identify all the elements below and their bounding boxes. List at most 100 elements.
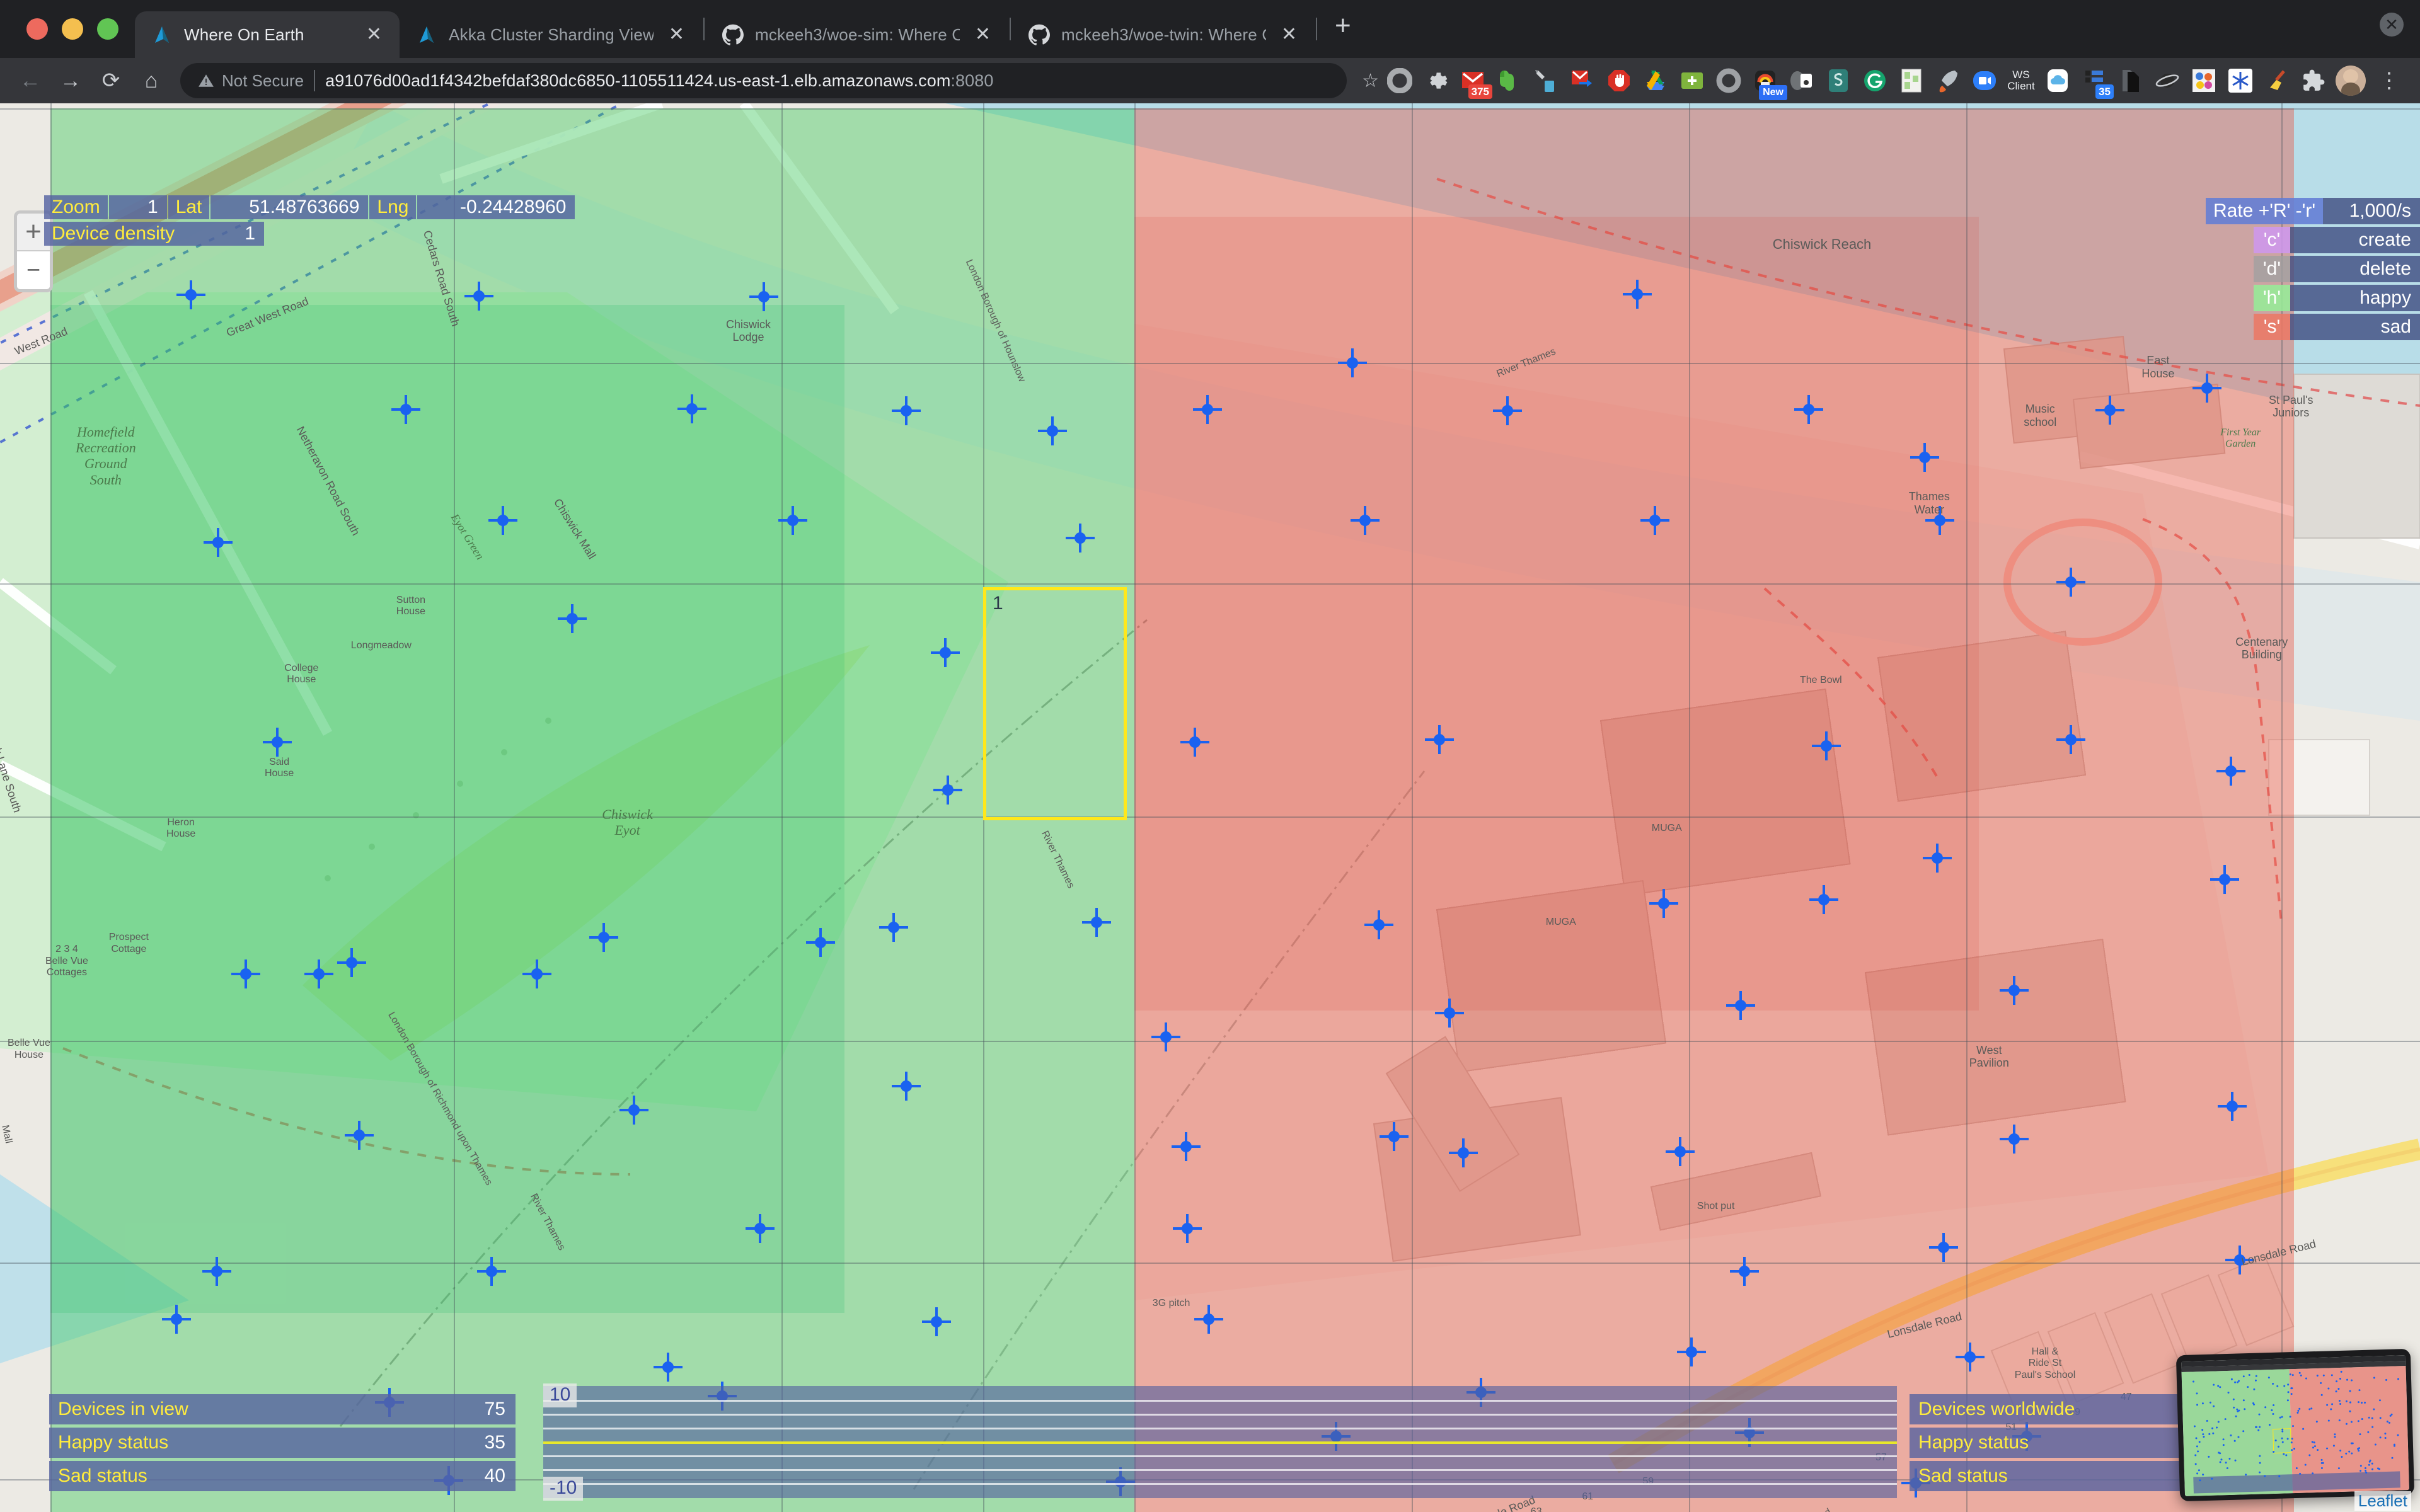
zoom-out-button[interactable]: − [17, 251, 50, 289]
device-marker[interactable] [231, 959, 260, 988]
evernote-elephant-icon[interactable] [1496, 67, 1523, 94]
key-row-delete[interactable]: 'd' delete [2206, 256, 2420, 282]
device-marker[interactable] [464, 282, 493, 311]
device-marker[interactable] [345, 1121, 374, 1150]
device-marker[interactable] [1809, 885, 1838, 914]
device-marker[interactable] [1812, 731, 1841, 760]
device-marker[interactable] [1364, 910, 1393, 939]
device-marker[interactable] [2056, 568, 2085, 597]
address-bar[interactable]: Not Secure a91076d00ad1f4342befdaf380dc6… [180, 63, 1347, 98]
device-marker[interactable] [202, 1257, 231, 1286]
device-marker[interactable] [176, 280, 205, 309]
device-marker[interactable] [1623, 280, 1652, 309]
device-marker[interactable] [2056, 725, 2085, 754]
circle-grey2-icon[interactable] [1715, 67, 1742, 94]
tab-close-icon[interactable]: ✕ [971, 25, 994, 44]
device-marker[interactable] [337, 948, 366, 977]
tab-close-icon[interactable]: ✕ [1277, 25, 1301, 44]
bookmark-star-icon[interactable]: ☆ [1362, 70, 1381, 92]
colorful-squares-icon[interactable] [2191, 67, 2217, 94]
device-marker[interactable] [1493, 396, 1522, 425]
device-marker[interactable] [1649, 889, 1678, 918]
back-button[interactable]: ← [13, 63, 48, 98]
security-status[interactable]: Not Secure [198, 71, 304, 91]
device-marker[interactable] [1730, 1257, 1759, 1286]
calendar-icon[interactable]: 35 [2081, 67, 2107, 94]
tab-close-icon[interactable]: ✕ [665, 25, 688, 44]
device-marker[interactable] [892, 396, 921, 425]
device-marker[interactable] [746, 1214, 775, 1243]
saturn-icon[interactable] [2154, 67, 2181, 94]
window-minimize-button[interactable] [62, 18, 83, 40]
broom-icon[interactable] [2264, 67, 2290, 94]
device-marker[interactable] [922, 1307, 951, 1336]
avatar[interactable] [2336, 66, 2366, 96]
green-plus-icon[interactable] [1679, 67, 1705, 94]
tab-woe-twin[interactable]: mckeeh3/woe-twin: Where On ✕ [1012, 11, 1315, 58]
device-marker[interactable] [1956, 1343, 1985, 1372]
new-tab-button[interactable]: + [1318, 12, 1368, 46]
device-marker[interactable] [1338, 348, 1367, 377]
device-marker[interactable] [677, 394, 706, 423]
rocket-icon[interactable] [1935, 67, 1961, 94]
device-marker[interactable] [1066, 524, 1095, 553]
key-row-happy[interactable]: 'h' happy [2206, 285, 2420, 311]
device-marker[interactable] [933, 776, 962, 805]
adblock-stop-hand-icon[interactable] [1606, 67, 1632, 94]
device-marker[interactable] [1193, 395, 1222, 424]
device-marker[interactable] [204, 528, 233, 557]
pen-marker-icon[interactable] [1533, 67, 1559, 94]
device-marker[interactable] [162, 1305, 191, 1334]
device-marker[interactable] [2225, 1246, 2254, 1274]
device-marker[interactable] [522, 959, 551, 988]
device-marker[interactable] [2192, 374, 2221, 403]
device-marker[interactable] [892, 1072, 921, 1101]
tab-where-on-earth[interactable]: Where On Earth ✕ [135, 11, 400, 58]
window-close-button[interactable] [26, 18, 48, 40]
device-marker[interactable] [1172, 1132, 1201, 1161]
key-row-create[interactable]: 'c' create [2206, 227, 2420, 253]
forward-button[interactable]: → [53, 63, 88, 98]
puzzle-piece-icon[interactable] [2300, 67, 2327, 94]
screen-share-preview[interactable] [2176, 1349, 2414, 1501]
device-marker[interactable] [1435, 999, 1464, 1028]
device-marker[interactable] [1351, 506, 1380, 535]
tab-close-icon[interactable]: ✕ [362, 25, 386, 44]
device-marker[interactable] [1923, 844, 1952, 873]
device-marker[interactable] [2000, 976, 2029, 1005]
device-marker[interactable] [619, 1096, 648, 1125]
circle-grey-icon[interactable] [1386, 67, 1413, 94]
device-marker[interactable] [1380, 1122, 1409, 1151]
leaflet-attribution[interactable]: Leaflet [2354, 1491, 2411, 1511]
device-marker[interactable] [778, 506, 807, 535]
device-marker[interactable] [749, 282, 778, 311]
reload-button[interactable]: ⟳ [93, 63, 129, 98]
gmail-arrow-icon[interactable] [1569, 67, 1596, 94]
device-marker[interactable] [1082, 908, 1111, 937]
map-viewport[interactable]: 1 West Road Great West Road Netheravon R… [0, 103, 2420, 1512]
device-marker[interactable] [2210, 865, 2239, 894]
device-marker[interactable] [1726, 991, 1755, 1020]
rainbow-lock-icon[interactable]: New [1752, 67, 1778, 94]
device-marker[interactable] [1173, 1214, 1202, 1243]
window-maximize-button[interactable] [97, 18, 118, 40]
close-icon[interactable]: ✕ [2380, 13, 2404, 37]
snowflake-blue-icon[interactable] [2227, 67, 2254, 94]
gmail-red-icon[interactable]: 375 [1460, 67, 1486, 94]
device-marker[interactable] [1929, 1233, 1958, 1262]
device-marker[interactable] [1038, 416, 1067, 445]
tab-woe-sim[interactable]: mckeeh3/woe-sim: Where On E ✕ [706, 11, 1008, 58]
video-camera-icon[interactable] [1971, 67, 1998, 94]
device-marker[interactable] [391, 395, 420, 424]
device-marker[interactable] [2095, 396, 2124, 425]
ws-client-icon[interactable]: WS Client [2008, 67, 2034, 94]
gear-icon[interactable] [1423, 67, 1449, 94]
device-marker[interactable] [1666, 1137, 1695, 1166]
device-marker[interactable] [1194, 1305, 1223, 1334]
device-marker[interactable] [806, 928, 835, 957]
device-marker[interactable] [1180, 728, 1209, 757]
device-marker[interactable] [558, 604, 587, 633]
device-marker[interactable] [2216, 757, 2245, 786]
rate-row[interactable]: Rate +'R' -'r' 1,000/s [2206, 198, 2420, 224]
key-row-sad[interactable]: 's' sad [2206, 314, 2420, 340]
